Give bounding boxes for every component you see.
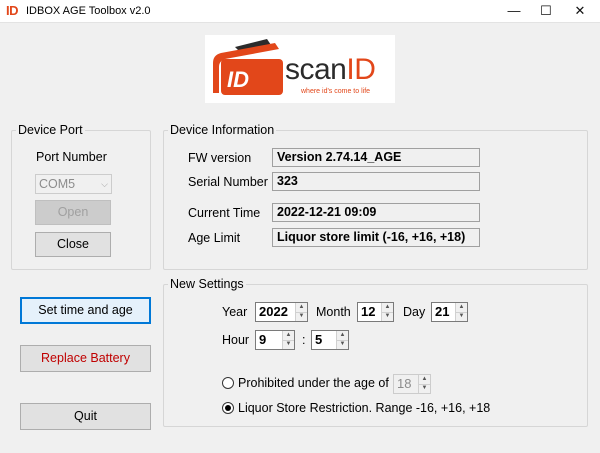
app-id-icon: ID [6,3,19,18]
spin-down-icon[interactable]: ▼ [296,312,307,321]
month-value: 12 [361,304,376,319]
window-title: IDBOX AGE Toolbox v2.0 [26,5,151,17]
day-label: Day [403,305,426,319]
replace-battery-button[interactable]: Replace Battery [20,345,151,372]
spin-down-icon[interactable]: ▼ [382,312,393,321]
prohibited-age-radio[interactable] [222,377,234,389]
fw-version-field: Version 2.74.14_AGE [272,148,480,167]
scanid-logo: ID scanID where id's come to life [205,35,395,103]
brand-name: scanID [285,53,376,86]
age-limit-field: Liquor store limit (-16, +16, +18) [272,228,480,247]
serial-number-label: Serial Number [188,175,268,189]
quit-button[interactable]: Quit [20,403,151,430]
set-time-and-age-button[interactable]: Set time and age [20,297,151,324]
current-time-field: 2022-12-21 09:09 [272,203,480,222]
port-number-combobox[interactable]: COM5 ⌵ [35,174,112,194]
fw-version-label: FW version [188,151,252,165]
spin-down-icon[interactable]: ▼ [283,340,294,349]
minimize-icon: — [507,3,521,18]
close-icon: ✕ [574,3,586,18]
prohibited-age-label[interactable]: Prohibited under the age of [238,376,389,390]
serial-number-field: 323 [272,172,480,191]
prohibited-age-spinner[interactable]: 18 ▲ ▼ [393,374,431,394]
year-value: 2022 [259,304,288,319]
day-spinner[interactable]: 21 ▲ ▼ [431,302,468,322]
year-spinner[interactable]: 2022 ▲ ▼ [255,302,308,322]
minute-value: 5 [315,332,323,347]
age-limit-label: Age Limit [188,231,241,245]
close-window-button[interactable]: ✕ [563,0,597,22]
title-bar: ID IDBOX AGE Toolbox v2.0 — ☐ ✕ [0,0,600,23]
liquor-store-label[interactable]: Liquor Store Restriction. Range -16, +16… [238,401,490,415]
year-label: Year [222,305,248,319]
open-port-button[interactable]: Open [35,200,111,225]
current-time-label: Current Time [188,206,261,220]
close-port-button[interactable]: Close [35,232,111,257]
port-number-value: COM5 [39,177,76,191]
port-number-label: Port Number [36,150,107,164]
maximize-icon: ☐ [540,3,552,18]
hour-spinner[interactable]: 9 ▲ ▼ [255,330,295,350]
device-info-title: Device Information [168,123,277,137]
hour-value: 9 [259,332,267,347]
hour-label: Hour [222,333,250,347]
time-separator: : [302,333,306,347]
brand-tagline: where id's come to life [301,88,371,95]
prohibited-age-value: 18 [397,376,412,391]
device-port-title: Device Port [16,123,85,137]
new-settings-title: New Settings [168,277,246,291]
month-label: Month [316,305,351,319]
minute-spinner[interactable]: 5 ▲ ▼ [311,330,349,350]
spin-down-icon[interactable]: ▼ [419,384,430,393]
maximize-button[interactable]: ☐ [529,0,563,22]
chevron-down-icon: ⌵ [101,179,108,189]
svg-text:ID: ID [227,67,249,92]
day-value: 21 [435,304,450,319]
spin-down-icon[interactable]: ▼ [456,312,467,321]
minimize-button[interactable]: — [497,0,531,22]
spin-down-icon[interactable]: ▼ [337,340,348,349]
month-spinner[interactable]: 12 ▲ ▼ [357,302,394,322]
liquor-store-radio[interactable] [222,402,234,414]
